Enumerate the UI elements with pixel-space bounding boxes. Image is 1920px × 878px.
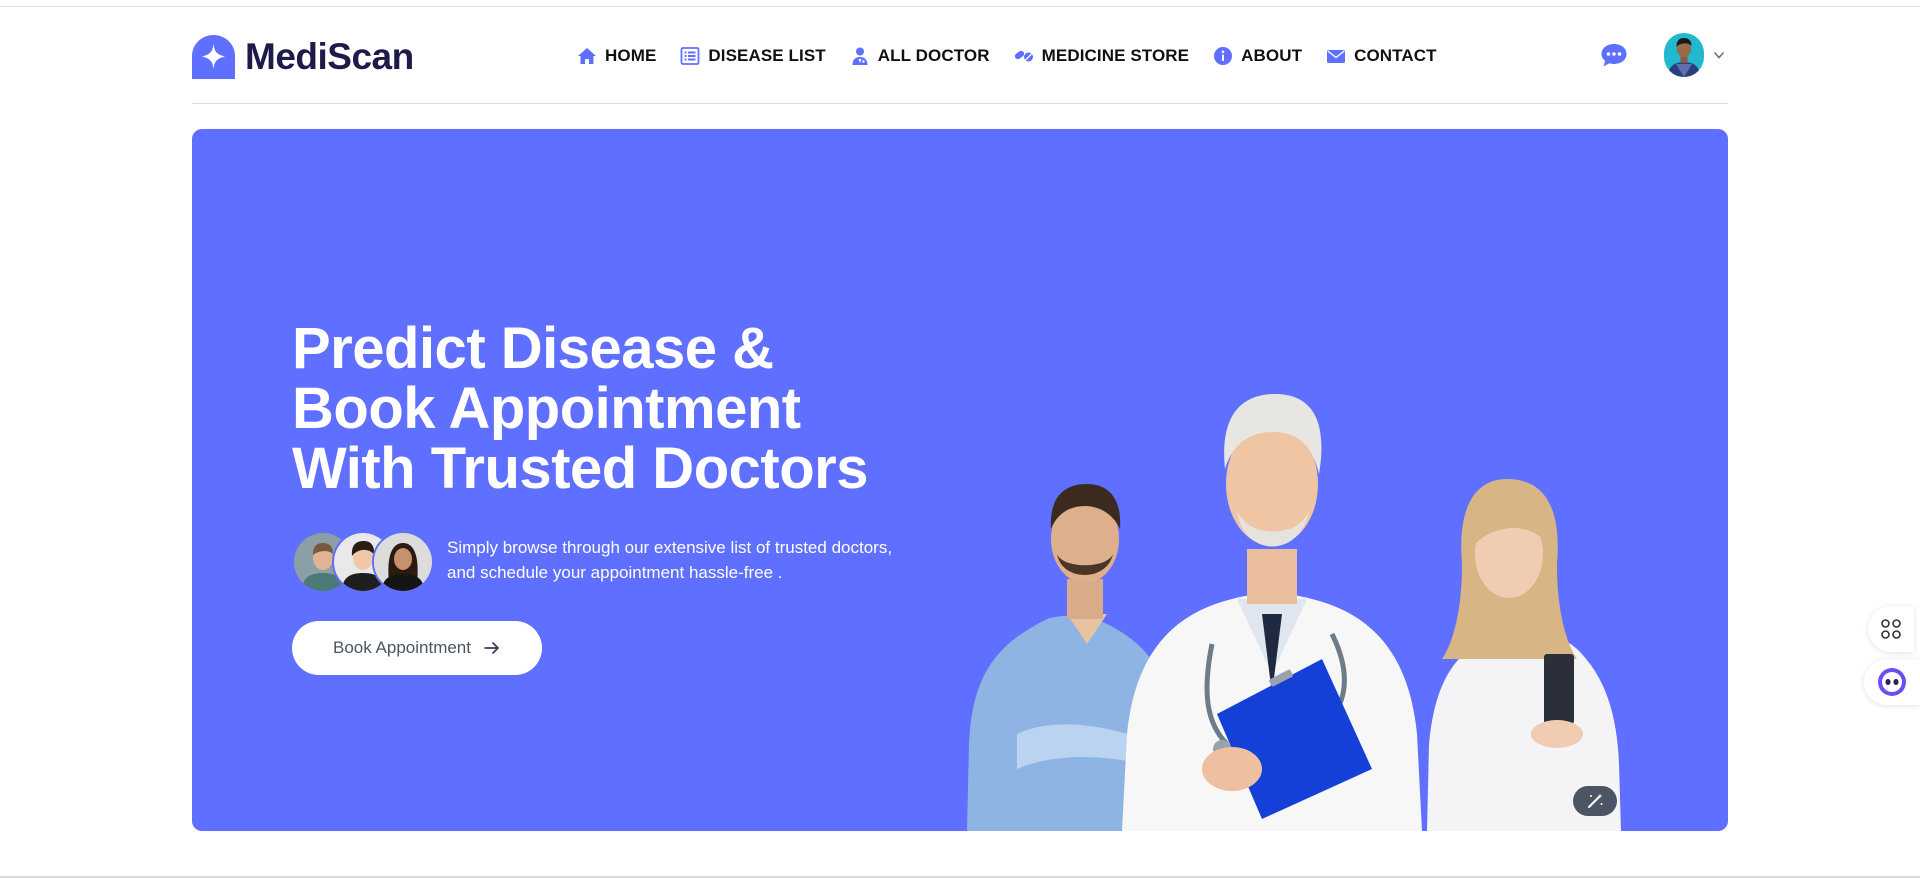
arrow-right-icon [484,642,499,654]
nav-home[interactable]: HOME [577,46,656,66]
nav-contact[interactable]: CONTACT [1326,46,1437,66]
site-header: MediScan HOME DISEASE LIST ALL DOCTOR ME… [192,7,1728,104]
chat-bubble-icon [1601,44,1627,67]
group-profiles-image [292,531,434,593]
assistant-bot-icon [1878,668,1906,696]
brand-name: MediScan [245,36,414,77]
avatar[interactable] [1664,33,1704,77]
nav-home-label: HOME [605,46,657,65]
hero-banner: Predict Disease & Book Appointment With … [192,129,1728,831]
magic-edit-button[interactable] [1573,786,1617,816]
side-grid-widget[interactable] [1868,606,1914,652]
hero-subtitle-line-1: Simply browse through our extensive list… [447,538,893,557]
magic-wand-icon [1588,793,1603,808]
nav-medicine-store[interactable]: MEDICINE STORE [1014,46,1190,66]
hero-title-line-1: Predict Disease & [292,316,774,381]
nav-disease-list[interactable]: DISEASE LIST [680,46,826,66]
nav-about-label: ABOUT [1241,46,1303,65]
nav-about[interactable]: ABOUT [1213,46,1302,66]
nav-all-doctor[interactable]: ALL DOCTOR [850,46,990,66]
doctor-thumbnail [372,531,434,593]
book-appointment-button[interactable]: Book Appointment [292,621,542,675]
side-assistant-widget[interactable] [1864,659,1920,705]
main-nav: HOME DISEASE LIST ALL DOCTOR MEDICINE ST… [577,41,1437,71]
doctor-icon [850,46,870,66]
doctors-group-image [967,394,1621,831]
hero-title: Predict Disease & Book Appointment With … [292,319,912,499]
info-icon [1213,46,1233,66]
envelope-icon [1326,46,1346,66]
list-icon [680,46,700,66]
book-appointment-label: Book Appointment [333,638,471,657]
pills-icon [1014,46,1034,66]
grid-icon [1881,619,1901,639]
chevron-down-icon [1713,51,1725,59]
hero-title-line-2: Book Appointment [292,376,801,441]
hero-subtitle: Simply browse through our extensive list… [447,535,927,585]
hero-subtitle-line-2: and schedule your appointment hassle-fre… [447,563,783,582]
nav-medicine-store-label: MEDICINE STORE [1041,46,1190,65]
logo[interactable]: MediScan [192,34,414,80]
nav-disease-list-label: DISEASE LIST [708,46,826,65]
nav-all-doctor-label: ALL DOCTOR [877,46,990,65]
logo-mark-icon [192,35,235,79]
profile-menu[interactable] [1664,33,1726,77]
nav-contact-label: CONTACT [1354,46,1437,65]
home-icon [577,46,597,66]
hero-title-line-3: With Trusted Doctors [292,436,868,501]
chat-button[interactable] [1599,40,1629,70]
